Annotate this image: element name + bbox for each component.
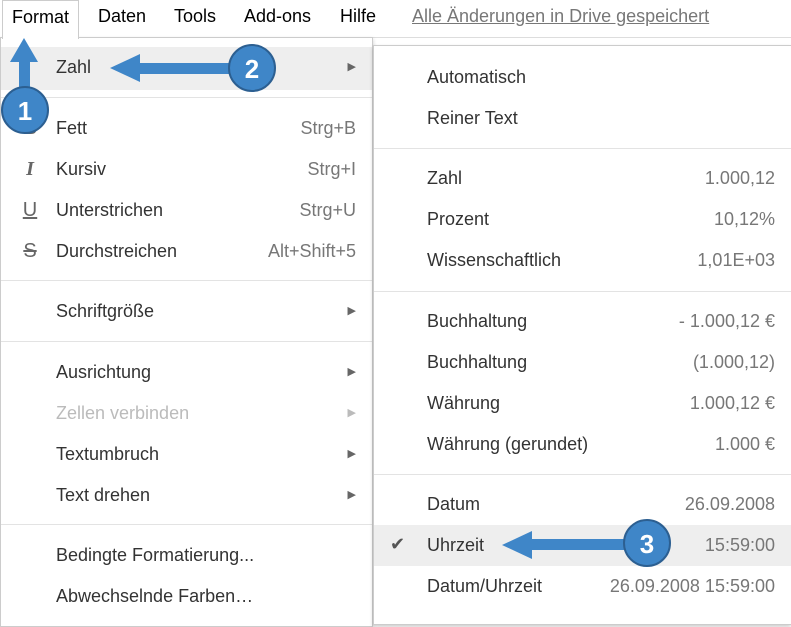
badge-3-number: 3 [640, 529, 654, 559]
arrow-2-icon [110, 54, 236, 82]
badge-2: 2 [228, 44, 276, 92]
badge-1: 1 [1, 86, 49, 134]
arrow-3-icon [502, 531, 628, 559]
badge-1-number: 1 [18, 96, 32, 126]
badge-2-number: 2 [245, 54, 259, 84]
annotation-overlay: 1 2 3 [1, 38, 671, 567]
badge-3: 3 [623, 519, 671, 567]
